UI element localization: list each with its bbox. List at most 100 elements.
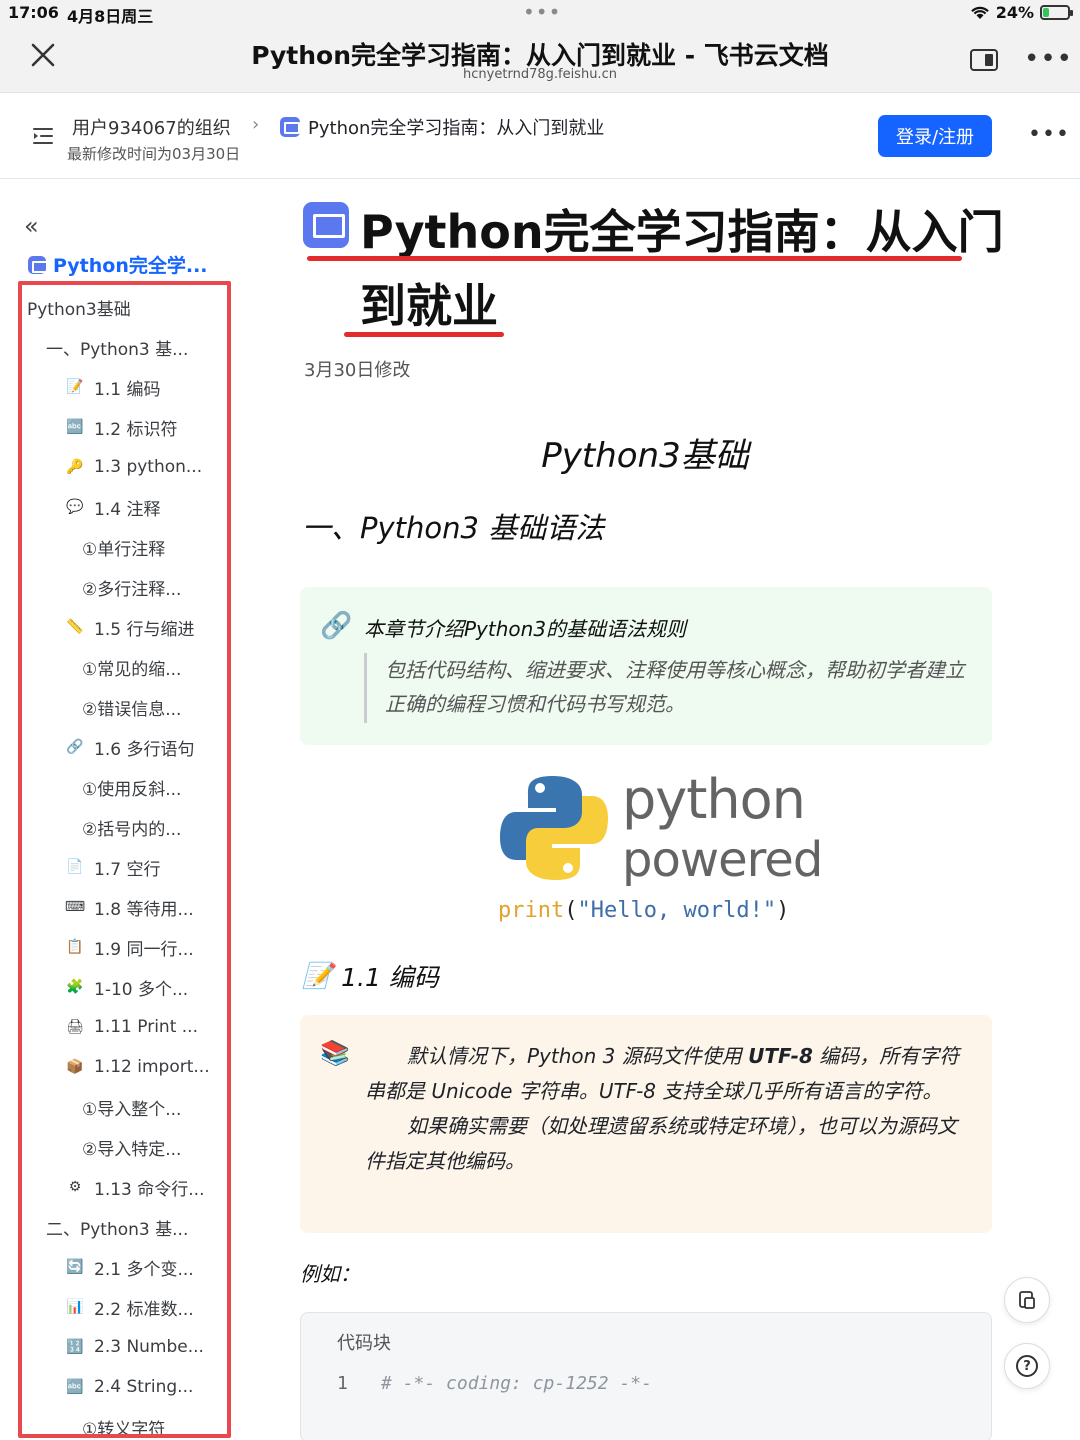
breadcrumb-org[interactable]: 用户934067的组织 (72, 114, 231, 140)
quote-bar (364, 653, 367, 723)
toc-item[interactable]: 🔄 2.1 多个变... (64, 1247, 193, 1287)
doc-title-line1: Python完全学习指南：从入门 (360, 205, 1004, 259)
browser-more-icon[interactable]: ••• (1024, 44, 1073, 74)
page-url: hcnyetrnd78g.feishu.cn (463, 67, 617, 82)
callout-p1-bold: UTF-8 (748, 1044, 813, 1068)
toc-item[interactable]: ①使用反斜... (82, 767, 181, 807)
toc-item-label: ①导入整个... (82, 1099, 182, 1120)
toc-item[interactable]: 📄 1.7 空行 (64, 847, 160, 887)
toc-item[interactable]: ①导入整个... (82, 1087, 181, 1127)
toc-item-label: 1.3 python... (94, 457, 203, 477)
toc-item-label: ②括号内的... (82, 819, 182, 840)
toc-item-icon: 🔢 (66, 1339, 84, 1355)
toc-item-icon: ⚙ (68, 1179, 82, 1195)
callout-green: 🔗 本章节介绍Python3的基础语法规则 包括代码结构、缩进要求、注释使用等核… (300, 587, 992, 745)
toc-item-label: 1.9 同一行... (94, 939, 194, 960)
toc-item[interactable]: 🔗 1.6 多行语句 (64, 727, 194, 767)
toc-item[interactable]: 💬 1.4 注释 (64, 487, 160, 527)
collapse-sidebar-icon[interactable]: « (24, 212, 39, 240)
toc-item[interactable]: ②括号内的... (82, 807, 181, 847)
toc-item-icon: ⌨ (64, 899, 86, 915)
help-float-button[interactable]: ? (1004, 1343, 1050, 1389)
toc-item[interactable]: ⚙ 1.13 命令行... (64, 1167, 205, 1207)
heading-h2: 一、Python3 基础语法 (302, 511, 605, 545)
link-icon: 🔗 (320, 611, 353, 641)
toc-item[interactable]: ①转义字符 (82, 1407, 165, 1435)
books-icon: 📚 (320, 1039, 350, 1067)
toc-item-label: 2.4 String... (94, 1377, 194, 1397)
toc-item-icon: 🖨 (66, 1019, 84, 1035)
toc-item[interactable]: ②多行注释... (82, 567, 181, 607)
comment-icon (1019, 1291, 1035, 1309)
toc-item[interactable]: 🔤 1.2 标识符 (64, 407, 177, 447)
example-label: 例如： (300, 1262, 360, 1286)
sidebar-root-label: Python完全学... (53, 255, 208, 277)
callout-orange: 📚 默认情况下，Python 3 源码文件使用 UTF-8 编码，所有字符串都是… (300, 1015, 992, 1233)
toc-item[interactable]: 📋 1.9 同一行... (64, 927, 194, 967)
toc-item-icon: 🔄 (66, 1259, 84, 1275)
memo-icon: 📝 (302, 961, 334, 990)
toc-item-icon: 🔤 (66, 419, 84, 435)
toc-item[interactable]: 📝 1.1 编码 (64, 367, 160, 407)
python-wordmark: python (622, 768, 806, 831)
login-register-button[interactable]: 登录/注册 (878, 115, 992, 157)
toc-item[interactable]: ②导入特定... (82, 1127, 181, 1167)
toc-item-label: 1.12 import... (94, 1057, 210, 1077)
toc-item[interactable]: 🔑 1.3 python... (64, 447, 202, 487)
toc-item-label: 1.13 命令行... (94, 1179, 205, 1200)
toc-item[interactable]: 一、Python3 基... (46, 327, 188, 367)
toc-item-label: 1.6 多行语句 (94, 739, 195, 760)
doc-icon (28, 255, 48, 274)
help-icon: ? (1016, 1355, 1038, 1377)
toc-item-label: ①常见的缩... (82, 659, 182, 680)
toc-item-icon: 📄 (66, 859, 84, 875)
toc-item[interactable]: 🔤 2.4 String... (64, 1367, 193, 1407)
sidebar-root-doc[interactable]: Python完全学... (28, 251, 208, 278)
toc-item[interactable]: 🔢 2.3 Numbe... (64, 1327, 204, 1367)
toc-item[interactable]: ⌨ 1.8 等待用... (64, 887, 194, 927)
toc-item[interactable]: 📏 1.5 行与缩进 (64, 607, 194, 647)
toc-item[interactable]: ①常见的缩... (82, 647, 181, 687)
toc-item-label: 二、Python3 基... (46, 1219, 189, 1240)
toc-item-icon: 📝 (66, 379, 84, 395)
toc-item-label: 1.7 空行 (94, 859, 161, 880)
multitask-dots-icon[interactable]: ••• (523, 0, 561, 24)
close-icon[interactable] (30, 42, 56, 68)
python-logo-icon (500, 776, 608, 880)
toc-item-label: 2.3 Numbe... (94, 1337, 204, 1357)
toc-item-label: Python3基础 (27, 299, 131, 320)
print-open-paren: ( (564, 898, 578, 923)
toc-item-icon: 🔤 (66, 1379, 84, 1395)
heading-h3-label: 1.1 编码 (341, 963, 439, 992)
title-underline (344, 332, 504, 337)
callout-title: 本章节介绍Python3的基础语法规则 (364, 617, 687, 641)
title-underline (307, 256, 962, 261)
comment-float-button[interactable] (1004, 1277, 1050, 1323)
doc-modified: 3月30日修改 (304, 360, 411, 381)
toc-item[interactable]: ②错误信息... (82, 687, 181, 727)
battery-percent: 24% (995, 3, 1034, 22)
doc-more-icon[interactable]: ••• (1028, 122, 1070, 147)
toc-item-label: ①使用反斜... (82, 779, 182, 800)
toc-item-label: ②错误信息... (82, 699, 182, 720)
toc-item[interactable]: 📊 2.2 标准数... (64, 1287, 193, 1327)
wifi-icon (970, 6, 989, 19)
toc-item[interactable]: 🧩 1-10 多个... (64, 967, 188, 1007)
sidebar-toggle-icon[interactable] (970, 49, 998, 71)
toc-item-label: 1.11 Print ... (94, 1017, 198, 1037)
outline-toggle-icon[interactable] (32, 126, 54, 146)
toc-item[interactable]: Python3基础 (27, 287, 131, 327)
toc-item-icon: 💬 (66, 499, 84, 515)
code-block[interactable]: 代码块 1 # -*- coding: cp-1252 -*- (300, 1312, 992, 1440)
toc-item[interactable]: 二、Python3 基... (46, 1207, 188, 1247)
toc-item[interactable]: 📦 1.12 import... (64, 1047, 210, 1087)
toc-item-icon: 🧩 (66, 979, 84, 995)
toc-item[interactable]: 🖨 1.11 Print ... (64, 1007, 198, 1047)
code-block-label: 代码块 (337, 1333, 391, 1354)
battery-icon (1040, 5, 1073, 20)
toc-item[interactable]: ①单行注释 (82, 527, 165, 567)
toc-item-icon: 📋 (66, 939, 84, 955)
breadcrumb-doc[interactable]: Python完全学习指南：从入门到就业 (280, 114, 604, 140)
code-line: # -*- coding: cp-1252 -*- (381, 1373, 652, 1394)
breadcrumb-doc-label: Python完全学习指南：从入门到就业 (308, 118, 605, 139)
